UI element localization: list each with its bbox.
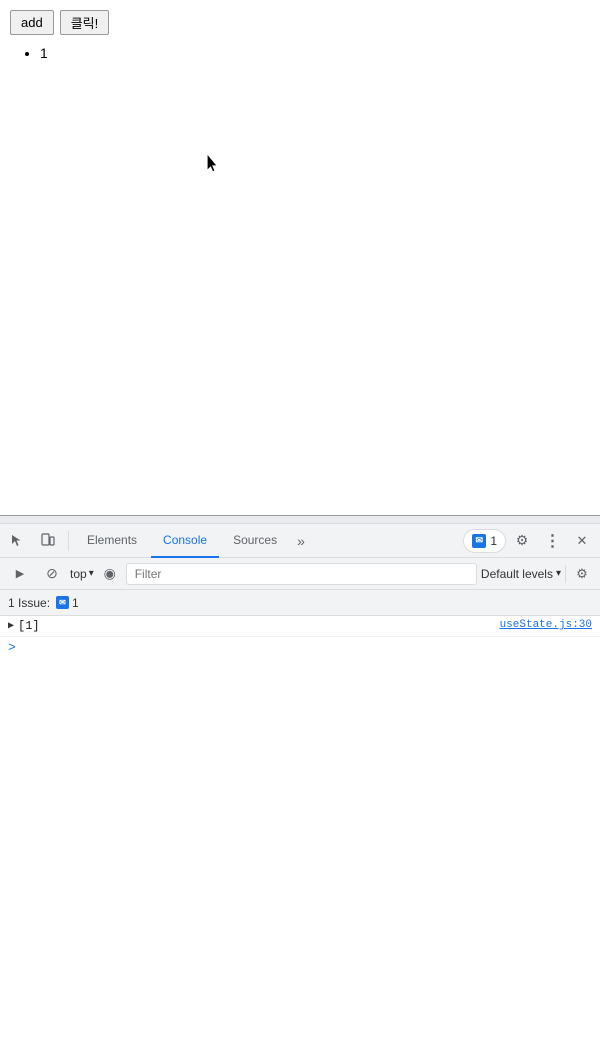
context-selector[interactable]: top ▾ — [70, 567, 94, 581]
vertical-dots-icon: ⋮ — [545, 531, 560, 551]
context-label: top — [70, 567, 87, 581]
tab-console[interactable]: Console — [151, 524, 219, 558]
tab-elements[interactable]: Elements — [75, 524, 149, 558]
cursor-inspect-icon — [10, 533, 26, 549]
close-devtools-button[interactable]: ✕ — [568, 527, 596, 555]
console-output: ▶ [1] useState.js:30 > — [0, 616, 600, 1038]
console-filter-input[interactable] — [126, 563, 477, 585]
device-toolbar-button[interactable] — [34, 527, 62, 555]
default-levels-button[interactable]: Default levels ▾ — [481, 567, 561, 581]
toolbar-divider-2 — [565, 565, 566, 583]
stop-icon: ⊘ — [46, 565, 58, 582]
console-entry-1: ▶ [1] useState.js:30 — [0, 616, 600, 637]
main-page: add 클릭! 1 — [0, 0, 600, 515]
issues-count: 1 — [490, 534, 497, 548]
gear-icon: ⚙ — [516, 532, 529, 549]
clear-console-button[interactable]: ▶ — [6, 560, 34, 588]
expand-arrow-icon[interactable]: ▶ — [8, 620, 14, 632]
devtools-settings-button[interactable]: ⚙ — [508, 527, 536, 555]
page-buttons: add 클릭! — [10, 10, 590, 35]
add-button[interactable]: add — [10, 10, 54, 35]
issue-bar: 1 Issue: ✉ 1 — [0, 590, 600, 616]
console-value: [1] — [18, 619, 500, 633]
devtools-toolbar: Elements Console Sources » ✉ 1 ⚙ ⋮ ✕ — [0, 524, 600, 558]
console-settings-button[interactable]: ⚙ — [570, 562, 594, 586]
prompt-icon[interactable]: > — [8, 640, 16, 655]
click-button[interactable]: 클릭! — [60, 10, 110, 35]
issue-badge[interactable]: ✉ 1 — [56, 596, 79, 610]
toolbar-divider-1 — [68, 531, 69, 551]
play-through-icon: ▶ — [16, 567, 24, 580]
cursor-icon — [207, 155, 219, 173]
device-icon — [40, 533, 56, 549]
levels-chevron-icon: ▾ — [556, 568, 561, 579]
issues-icon: ✉ — [472, 534, 486, 548]
chevron-down-icon: ▾ — [89, 568, 94, 579]
issue-prefix: 1 Issue: — [8, 596, 50, 610]
close-icon: ✕ — [577, 533, 588, 549]
issues-badge-button[interactable]: ✉ 1 — [463, 529, 506, 553]
default-levels-label: Default levels — [481, 567, 553, 581]
eye-button[interactable]: ◉ — [98, 562, 122, 586]
eye-icon: ◉ — [104, 565, 116, 582]
inspect-element-button[interactable] — [4, 527, 32, 555]
issue-icon: ✉ — [56, 596, 69, 609]
toolbar-right-group: ✉ 1 ⚙ ⋮ ✕ — [463, 527, 596, 555]
console-toolbar: ▶ ⊘ top ▾ ◉ Default levels ▾ ⚙ — [0, 558, 600, 590]
list-item: 1 — [40, 45, 590, 61]
issue-count: 1 — [72, 596, 79, 610]
page-list: 1 — [10, 45, 590, 61]
console-prompt: > — [0, 637, 600, 658]
stop-button[interactable]: ⊘ — [38, 560, 66, 588]
settings-icon: ⚙ — [576, 566, 588, 582]
tab-sources[interactable]: Sources — [221, 524, 289, 558]
source-link[interactable]: useState.js:30 — [500, 619, 592, 631]
devtools-panel: Elements Console Sources » ✉ 1 ⚙ ⋮ ✕ ▶ ⊘ — [0, 515, 600, 1038]
more-tabs-button[interactable]: » — [291, 527, 311, 555]
devtools-more-button[interactable]: ⋮ — [538, 527, 566, 555]
